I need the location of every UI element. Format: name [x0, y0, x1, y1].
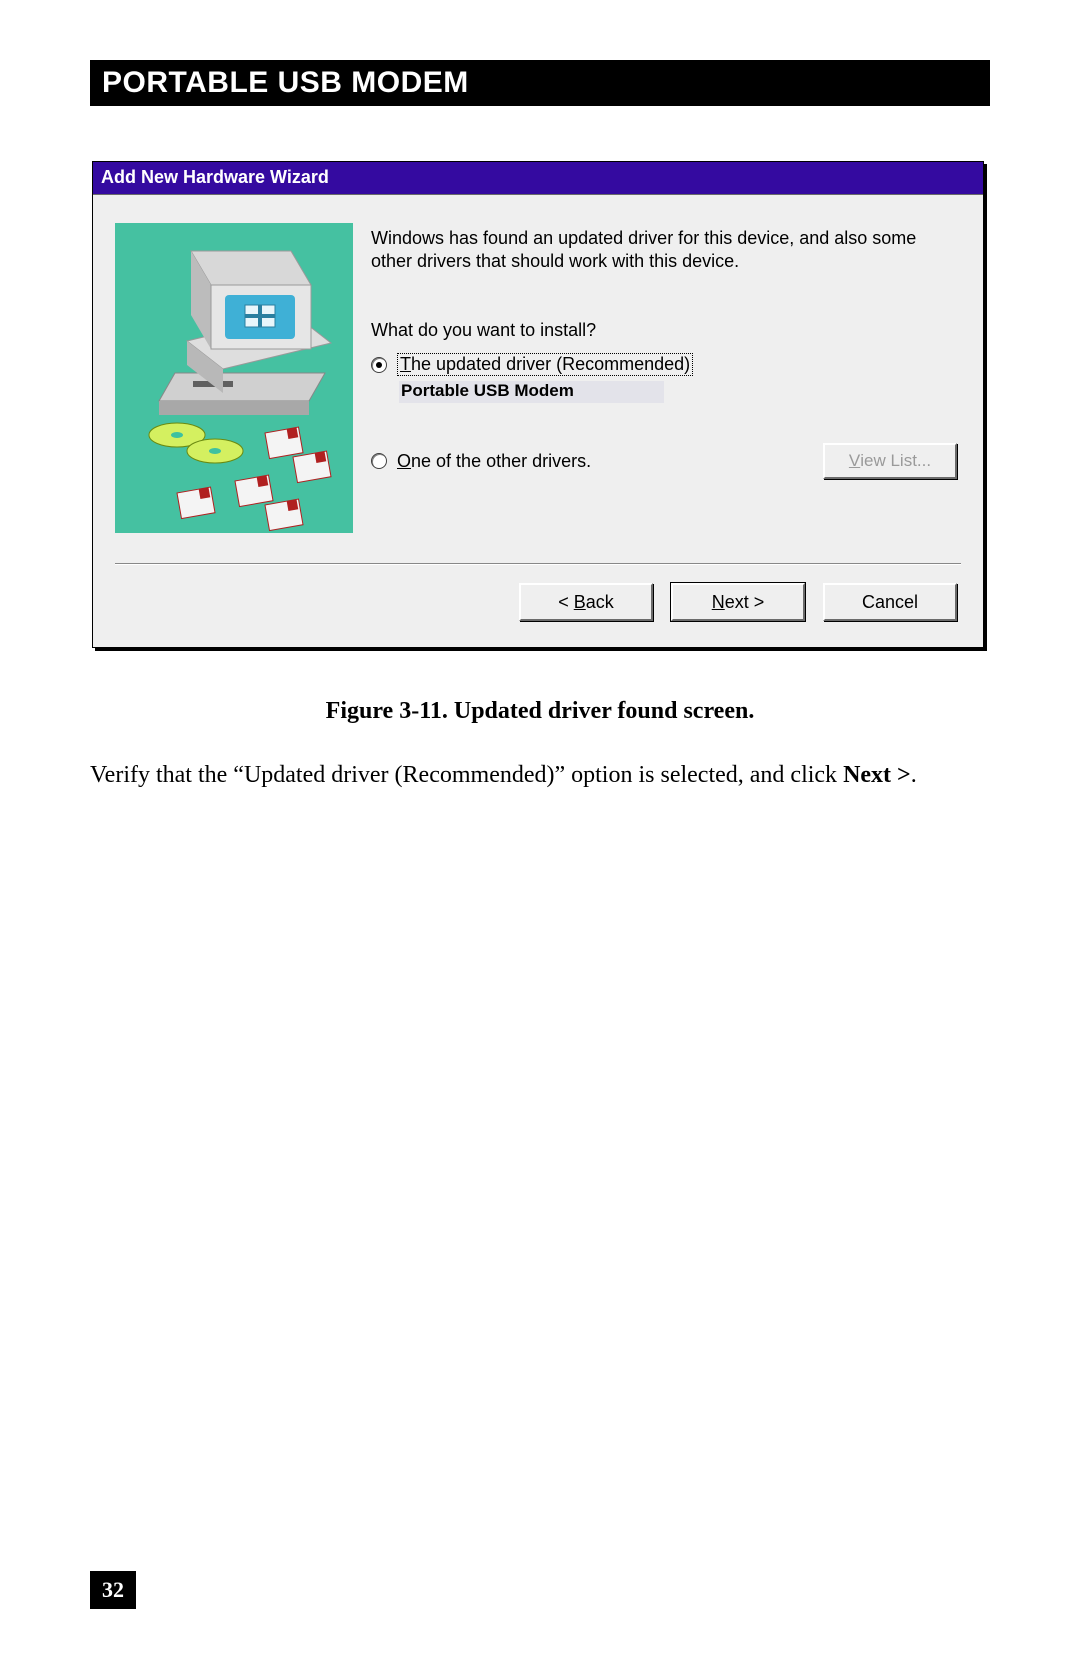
view-list-button: View List... — [823, 443, 957, 479]
add-new-hardware-wizard-dialog: Add New Hardware Wizard — [92, 161, 984, 648]
dialog-titlebar: Add New Hardware Wizard — [93, 162, 983, 195]
next-button[interactable]: Next > — [671, 583, 805, 621]
computer-discs-icon — [115, 223, 353, 533]
page-header: PORTABLE USB MODEM — [90, 60, 990, 106]
dialog-intro-text: Windows has found an updated driver for … — [371, 227, 961, 272]
radio-updated-driver-label: The updated driver (Recommended) — [397, 353, 693, 376]
page-number: 32 — [90, 1571, 136, 1609]
radio-other-drivers-label: One of the other drivers. — [397, 451, 591, 472]
radio-icon — [371, 453, 387, 469]
radio-other-drivers[interactable]: One of the other drivers. — [371, 451, 591, 472]
dialog-title: Add New Hardware Wizard — [101, 167, 329, 187]
dialog-content: Windows has found an updated driver for … — [371, 223, 961, 533]
wizard-dialog-figure: Add New Hardware Wizard — [90, 161, 990, 648]
instruction-pre: Verify that the “Updated driver (Recomme… — [90, 762, 843, 788]
radio-icon — [371, 357, 387, 373]
back-button[interactable]: < Back — [519, 583, 653, 621]
cd-icon — [149, 423, 243, 463]
instruction-post: . — [911, 762, 917, 788]
instruction-bold: Next > — [843, 762, 911, 788]
instruction-text: Verify that the “Updated driver (Recomme… — [90, 759, 990, 791]
dialog-separator — [115, 563, 961, 565]
dialog-buttons: < Back Next > Cancel — [93, 583, 983, 647]
figure-caption: Figure 3-11. Updated driver found screen… — [90, 698, 990, 725]
radio-updated-driver[interactable]: The updated driver (Recommended) — [371, 353, 961, 376]
dialog-prompt: What do you want to install? — [371, 320, 961, 341]
cancel-button[interactable]: Cancel — [823, 583, 957, 621]
wizard-illustration — [115, 223, 353, 533]
selected-driver-name: Portable USB Modem — [399, 381, 664, 403]
